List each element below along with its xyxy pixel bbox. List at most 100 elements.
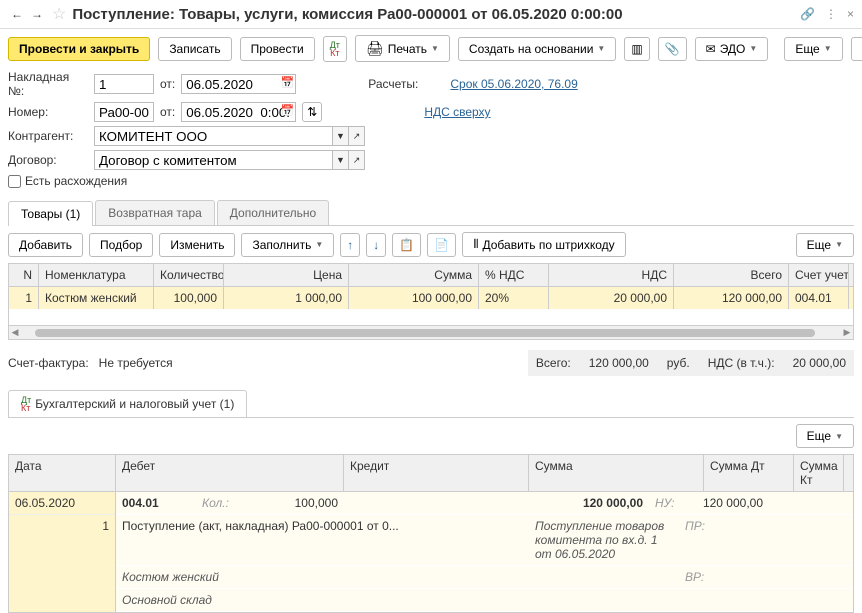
th-quantity[interactable]: Количество [154,264,224,286]
edo-button[interactable]: ✉ЭДО▼ [695,37,769,61]
create-based-button[interactable]: Создать на основании▼ [458,37,616,61]
sumdt-value: 120 000,00 [679,492,769,514]
chevron-down-icon: ▼ [749,44,757,53]
add-button[interactable]: Добавить [8,233,83,257]
calendar-icon[interactable]: 📅 [281,104,295,117]
fill-button[interactable]: Заполнить▼ [241,233,334,257]
from-label-2: от: [160,105,175,119]
post-and-close-button[interactable]: Провести и закрыть [8,37,150,61]
th-vat[interactable]: НДС [549,264,674,286]
cell-vat-rate: 20% [479,287,549,309]
vat-value: 20 000,00 [793,356,846,370]
th-date[interactable]: Дата [9,455,116,491]
acc-row-number: 1 [9,515,115,612]
open-button[interactable]: ↗ [349,150,365,170]
chevron-down-icon: ▼ [597,44,605,53]
th-price[interactable]: Цена [224,264,349,286]
th-sum[interactable]: Сумма [529,455,704,491]
th-n[interactable]: N [9,264,39,286]
related-button[interactable]: ▥ [624,37,649,61]
help-button[interactable]: ? [851,37,862,61]
add-by-barcode-button[interactable]: ⦀Добавить по штрихкоду [462,232,625,257]
tab-accounting[interactable]: ДтКт Бухгалтерский и налоговый учет (1) [8,390,247,417]
favorite-star-icon[interactable]: ☆ [52,4,66,24]
invoice-number-input[interactable] [94,74,154,94]
paste-button[interactable]: 📋 [392,233,421,257]
invoice-facture-label: Счет-фактура: [8,356,89,370]
from-label-1: от: [160,77,175,91]
attachment-button[interactable]: 📎 [658,37,687,61]
horizontal-scrollbar[interactable]: ◀▶ [8,326,854,340]
tab-additional[interactable]: Дополнительно [217,200,329,225]
vr-label: ВР: [679,566,709,588]
more-button-acc[interactable]: Еще▼ [796,424,854,448]
printer-icon: 🖨 [366,40,384,57]
counterparty-input[interactable] [94,126,333,146]
contract-input[interactable] [94,150,333,170]
quantity-label: Кол.: [196,492,246,514]
th-nomenclature[interactable]: Номенклатура [39,264,154,286]
invoice-date-input[interactable] [181,74,296,94]
dtkt-icon: ДтКт [21,396,31,412]
save-button[interactable]: Записать [158,37,231,61]
invoice-number-label: Накладная №: [8,70,88,98]
tab-return-packaging[interactable]: Возвратная тара [95,200,215,225]
th-sumkt[interactable]: Сумма Кт [794,455,844,491]
item-description: Костюм женский [116,566,529,588]
th-debit[interactable]: Дебет [116,455,344,491]
number-date-input[interactable] [181,102,296,122]
cell-account: 004.01 [789,287,849,309]
move-down-button[interactable]: ↓ [366,233,386,257]
post-button[interactable]: Провести [240,37,315,61]
open-button[interactable]: ↗ [349,126,365,146]
dropdown-button[interactable]: ▼ [333,150,349,170]
th-account[interactable]: Счет учета [789,264,849,286]
currency-label: руб. [667,356,690,370]
discrepancy-checkbox[interactable] [8,175,21,188]
dtkt-button[interactable]: ДтКт [323,36,347,62]
vat-mode-link[interactable]: НДС сверху [424,105,490,119]
th-vat-rate[interactable]: % НДС [479,264,549,286]
chevron-down-icon: ▼ [835,240,843,249]
more-button[interactable]: Еще▼ [784,37,842,61]
print-button[interactable]: 🖨Печать▼ [355,35,450,62]
table-row[interactable]: 1 Костюм женский 100,000 1 000,00 100 00… [9,287,853,309]
acc-date: 06.05.2020 [9,492,115,515]
cell-nomenclature: Костюм женский [39,287,154,309]
reorder-button[interactable]: ⇅ [302,102,322,122]
settlements-link[interactable]: Срок 05.06.2020, 76.09 [450,77,577,91]
th-sumdt[interactable]: Сумма Дт [704,455,794,491]
cell-n: 1 [9,287,39,309]
nav-forward-button[interactable]: → [28,5,46,23]
total-label: Всего: [536,356,571,370]
th-sum[interactable]: Сумма [349,264,479,286]
total-value: 120 000,00 [589,356,649,370]
link-icon[interactable]: 🔗 [800,7,815,21]
move-up-button[interactable]: ↑ [340,233,360,257]
discrepancy-label: Есть расхождения [25,174,127,188]
more-button-sub[interactable]: Еще▼ [796,233,854,257]
nav-back-button[interactable]: ← [8,5,26,23]
menu-icon[interactable]: ⋮ [825,7,837,21]
sum-value: 120 000,00 [529,492,649,514]
chevron-down-icon: ▼ [824,44,832,53]
dropdown-button[interactable]: ▼ [333,126,349,146]
th-total[interactable]: Всего [674,264,789,286]
pick-button[interactable]: Подбор [89,233,153,257]
change-button[interactable]: Изменить [159,233,235,257]
th-credit[interactable]: Кредит [344,455,529,491]
close-icon[interactable]: × [847,7,854,21]
posting-description: Поступление (акт, накладная) Ра00-000001… [116,515,529,565]
number-input[interactable] [94,102,154,122]
calendar-icon[interactable]: 📅 [281,76,295,89]
goods-table: N Номенклатура Количество Цена Сумма % Н… [8,263,854,326]
number-label: Номер: [8,105,88,119]
settlements-label: Расчеты: [368,77,418,91]
cell-quantity: 100,000 [154,287,224,309]
warehouse-description: Основной склад [116,589,529,611]
cell-sum: 100 000,00 [349,287,479,309]
tab-goods[interactable]: Товары (1) [8,201,93,226]
pr-label: ПР: [679,515,709,565]
copy-button[interactable]: 📄 [427,233,456,257]
posting-note: Поступление товаров комитента по вх.д. 1… [529,515,679,565]
